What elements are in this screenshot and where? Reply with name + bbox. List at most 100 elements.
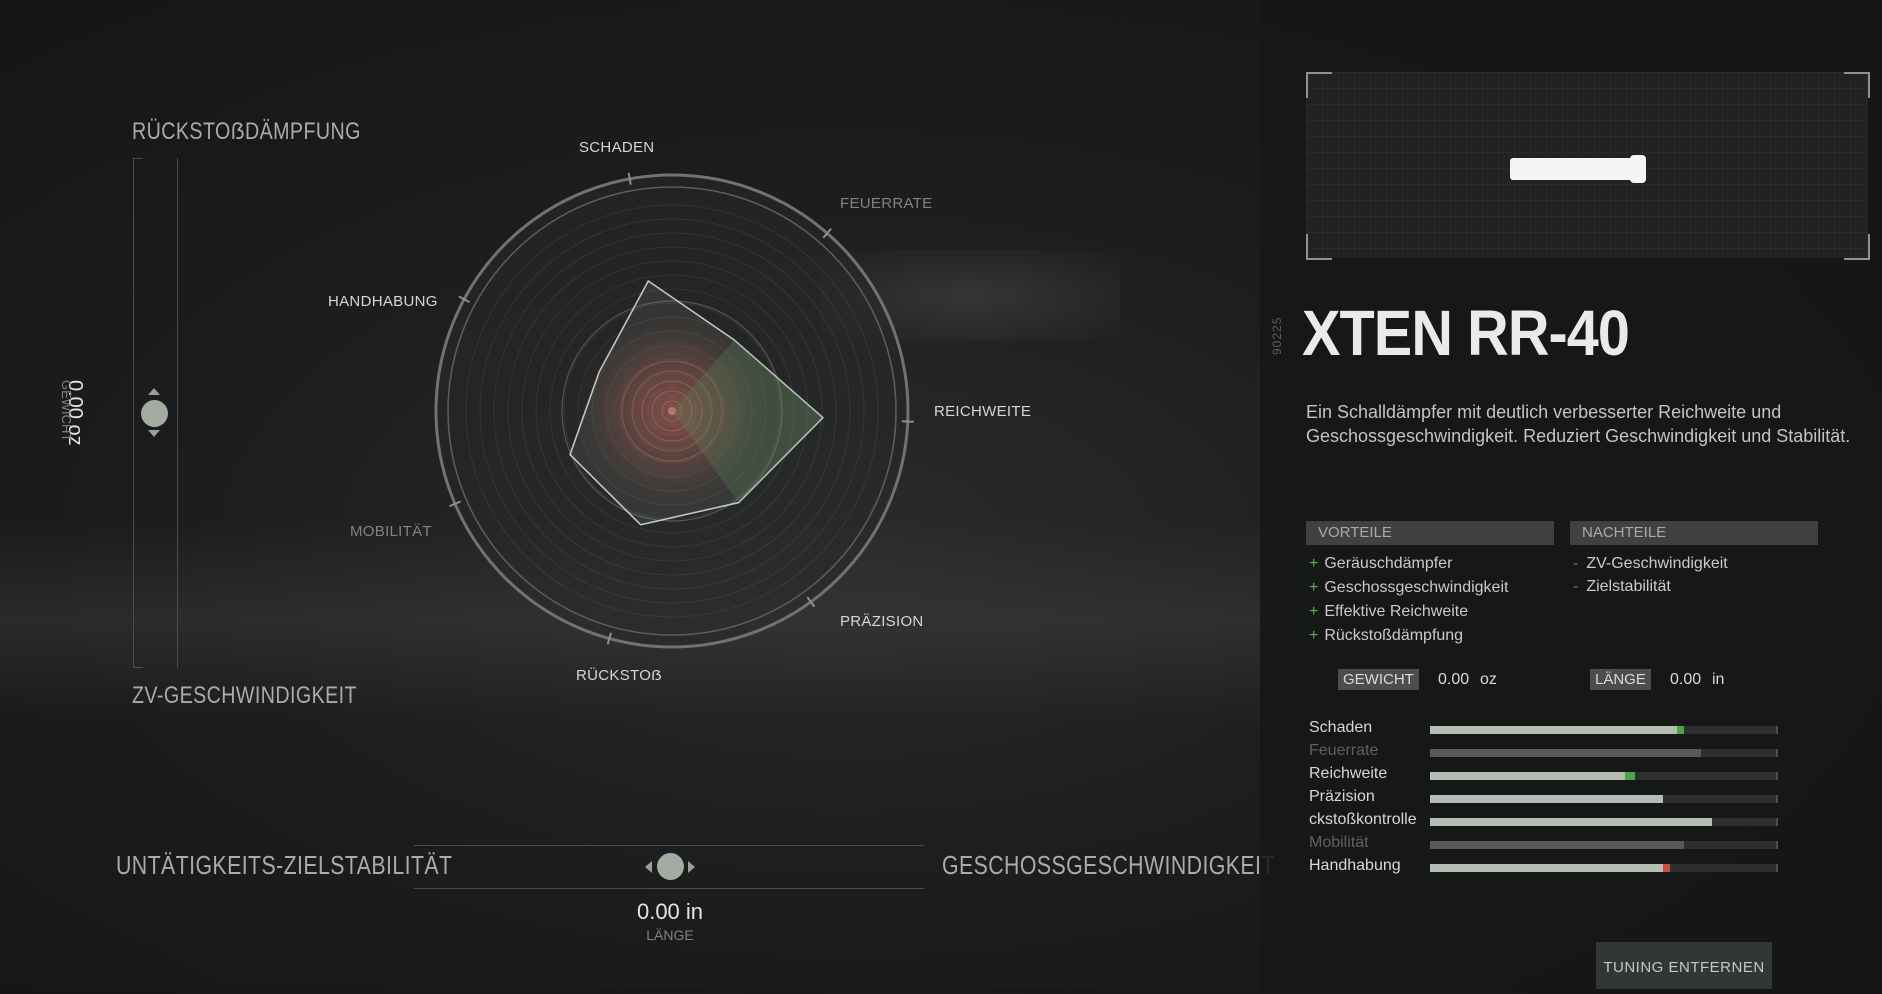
plus-icon: +: [1309, 627, 1319, 644]
stat-name: Feuerrate: [1309, 742, 1379, 759]
background-blur: [820, 250, 1120, 340]
plus-icon: +: [1309, 555, 1319, 572]
radar-grid-ring: [605, 344, 739, 478]
item-code: 90225: [1270, 316, 1284, 355]
preview-corner: [1844, 72, 1870, 98]
preview-corner: [1306, 234, 1332, 260]
slider-top-label: RÜCKSTOẞDÄMPFUNG: [132, 118, 361, 145]
stat-bar: [1430, 772, 1778, 780]
radar-grid-ring: [549, 288, 795, 534]
con-item-label: Zielstabilität: [1586, 578, 1671, 595]
pro-item-label: Effektive Reichweite: [1324, 603, 1469, 620]
pro-item: + Geräuschdämpfer: [1309, 555, 1452, 573]
stat-name: Präzision: [1309, 788, 1375, 805]
radar-axis-tick: [449, 500, 461, 508]
stat-bar-end: [1776, 841, 1778, 849]
length-tag: LÄNGE: [1590, 669, 1651, 690]
length-spec-value: 0.00: [1670, 671, 1702, 688]
stat-bar: [1430, 864, 1778, 872]
radar-gain-area: [672, 339, 823, 503]
length-value: 0.00 in: [636, 899, 704, 924]
stat-bar-end: [1776, 726, 1778, 734]
radar-label-feuerrate: FEUERRATE: [840, 195, 933, 212]
radar-label-schaden: SCHADEN: [579, 139, 655, 156]
arrow-up-icon[interactable]: [148, 388, 160, 395]
vertical-slider-knob[interactable]: [141, 400, 168, 427]
preview-corner: [1306, 72, 1332, 98]
radar-center-ring: [651, 390, 693, 432]
pro-item-label: Rückstoßdämpfung: [1324, 627, 1464, 644]
stat-name: Reichweite: [1309, 765, 1388, 782]
stat-bar-end: [1776, 818, 1778, 826]
cons-header: NACHTEILE: [1570, 521, 1818, 545]
pro-item: + Geschossgeschwindigkeit: [1309, 579, 1508, 597]
radar-grid-ring: [535, 274, 809, 548]
pro-item-label: Geschossgeschwindigkeit: [1324, 579, 1509, 596]
weight-spec-value: 0.00: [1438, 671, 1470, 688]
stat-bar-fill: [1430, 772, 1625, 780]
plus-icon: +: [1309, 579, 1319, 596]
radar-axis-tick: [458, 295, 470, 303]
radar-center-ring: [661, 400, 683, 422]
radar-center-glow: [562, 301, 782, 521]
radar-center-ring: [641, 380, 703, 442]
stat-bar-end: [1776, 864, 1778, 872]
radar-center-dot: [668, 407, 676, 415]
arrow-down-icon[interactable]: [148, 430, 160, 437]
slider-bottom-label: ZV-GESCHWINDIGKEIT: [132, 682, 357, 709]
slider-left-label: UNTÄTIGKEITS-ZIELSTABILITÄT: [116, 850, 453, 880]
preview-corner: [1844, 234, 1870, 260]
stat-bar: [1430, 818, 1778, 826]
stat-bar-delta: [1624, 772, 1636, 780]
stat-bar-end: [1776, 749, 1778, 757]
length-spec-unit: in: [1712, 671, 1725, 688]
weight-tag: GEWICHT: [1338, 669, 1419, 690]
stat-bar-fill: [1430, 749, 1702, 757]
stat-bar: [1430, 749, 1778, 757]
stat-bar-fill: [1430, 841, 1685, 849]
radar-grid-ring: [521, 260, 823, 562]
horizontal-slider-knob[interactable]: [657, 853, 684, 880]
radar-grid-ring: [591, 330, 753, 492]
stat-name: Handhabung: [1309, 857, 1401, 874]
minus-icon: -: [1573, 578, 1579, 595]
slider-right-label: GESCHOSSGESCHWINDIGKEIT: [942, 850, 1275, 880]
weight-caption: GEWICHT: [59, 380, 74, 442]
stat-bar-fill: [1430, 818, 1712, 826]
attachment-description: Ein Schalldämpfer mit deutlich verbesser…: [1306, 402, 1851, 446]
con-item: - Zielstabilität: [1573, 578, 1671, 596]
radar-label-rueckstoss: RÜCKSTOẞ: [576, 667, 663, 684]
arrow-right-icon[interactable]: [688, 861, 695, 873]
radar-axis-tick: [901, 420, 914, 423]
minus-icon: -: [1573, 555, 1579, 572]
radar-grid-ring: [647, 386, 697, 436]
arrow-left-icon[interactable]: [645, 861, 652, 873]
length-caption: LÄNGE: [646, 927, 694, 943]
con-item-label: ZV-Geschwindigkeit: [1586, 555, 1728, 572]
stat-bar: [1430, 795, 1778, 803]
stat-bar-end: [1776, 772, 1778, 780]
radar-center-ring: [631, 370, 713, 452]
radar-center-ring: [621, 360, 723, 462]
radar-grid-ring: [633, 372, 711, 450]
silencer-image: [1510, 158, 1640, 180]
stat-bar-end: [1776, 795, 1778, 803]
radar-mid-ring: [561, 300, 783, 522]
con-item: - ZV-Geschwindigkeit: [1573, 555, 1728, 573]
stat-bar-delta: [1677, 726, 1685, 734]
stat-name: Schaden: [1309, 719, 1373, 736]
radar-axis-tick: [822, 228, 832, 239]
plus-icon: +: [1309, 603, 1319, 620]
stat-bar-fill: [1430, 795, 1664, 803]
stat-name: ckstoßkontrolle: [1309, 811, 1417, 828]
stat-bar-fill: [1430, 864, 1671, 872]
remove-tuning-button[interactable]: TUNING ENTFERNEN: [1596, 942, 1772, 989]
radar-grid-ring: [619, 358, 725, 464]
stat-bar: [1430, 841, 1778, 849]
pro-item: + Effektive Reichweite: [1309, 603, 1468, 621]
pros-header: VORTEILE: [1306, 521, 1554, 545]
stat-bar: [1430, 726, 1778, 734]
stat-bar-fill: [1430, 726, 1678, 734]
radar-label-reichweite: REICHWEITE: [934, 403, 1032, 420]
radar-value-polygon: [569, 279, 825, 526]
